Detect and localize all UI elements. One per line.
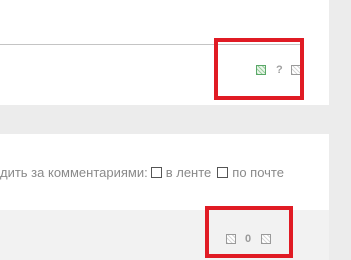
subscribe-feed-label[interactable]: в ленте	[166, 165, 212, 180]
subscribe-feed-checkbox[interactable]	[150, 166, 162, 178]
subscribe-label: дить за комментариями:	[0, 164, 148, 180]
subscribe-mail-checkbox[interactable]	[217, 166, 229, 178]
highlight-box-post-actions	[214, 38, 304, 100]
highlight-box-comment-counter	[205, 206, 293, 258]
subscribe-row: дить за комментариями: в ленте по почте	[0, 162, 284, 182]
subscribe-mail-label[interactable]: по почте	[232, 165, 284, 180]
